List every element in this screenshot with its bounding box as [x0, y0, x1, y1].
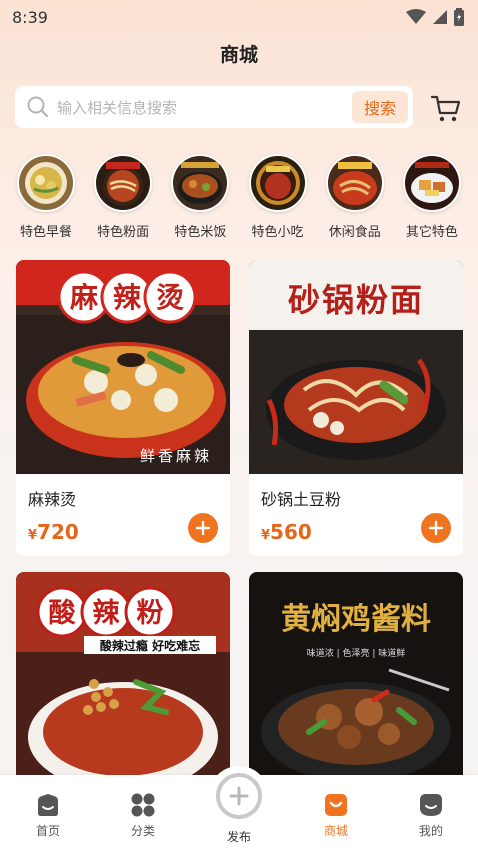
tab-label: 分类	[130, 824, 155, 838]
product-card[interactable]: 麻 辣 烫 鲜香麻辣 麻辣烫 ¥720	[16, 260, 230, 556]
category-label: 其它特色	[405, 225, 458, 240]
banner-char: 烫	[156, 281, 184, 314]
category-breakfast[interactable]: 特色早餐	[10, 154, 82, 244]
category-row: 特色早餐 特色粉面 特色米饭 特色小吃 休闲食品 其它特色	[10, 154, 478, 244]
product-name: 砂锅土豆粉	[261, 490, 342, 509]
category-label: 特色小吃	[251, 225, 304, 240]
plus-icon	[195, 520, 211, 536]
tab-publish-label: 发布	[226, 830, 251, 844]
leisure-food-image	[325, 154, 384, 212]
product-banner: 黄焖鸡酱料	[281, 602, 431, 637]
product-card[interactable]: 酸 辣 粉 酸辣过瘾 好吃难忘	[16, 572, 230, 786]
banner-char: 麻	[70, 281, 99, 314]
tab-label: 首页	[35, 824, 60, 838]
clay-pot-noodle-image: 砂锅粉面	[249, 260, 463, 474]
banner-char: 辣	[113, 281, 142, 314]
category-leisure[interactable]: 休闲食品	[319, 154, 391, 244]
category-other[interactable]: 其它特色	[396, 154, 468, 244]
product-tagline: 鲜香麻辣	[140, 447, 212, 465]
add-to-cart-button[interactable]	[188, 513, 218, 543]
category-label: 休闲食品	[328, 225, 381, 240]
shop-icon	[325, 794, 347, 816]
tab-category[interactable]: 分类	[103, 775, 183, 850]
category-rice[interactable]: 特色米饭	[164, 154, 236, 244]
publish-button[interactable]	[209, 766, 269, 826]
category-icon	[131, 793, 155, 817]
product-card[interactable]: 黄焖鸡酱料 味道浓 | 色泽亮 | 味道鲜	[249, 572, 463, 786]
product-banner: 砂锅粉面	[288, 281, 424, 319]
other-dish-image	[402, 154, 461, 212]
signal-icon	[433, 10, 447, 24]
product-name: 麻辣烫	[28, 490, 77, 509]
product-tagline: 酸辣过瘾 好吃难忘	[100, 638, 200, 653]
hot-sour-noodle-image: 酸 辣 粉 酸辣过瘾 好吃难忘	[16, 572, 230, 786]
tab-profile[interactable]: 我的	[391, 775, 471, 850]
plus-icon	[229, 786, 249, 806]
add-to-cart-button[interactable]	[421, 513, 451, 543]
category-snacks[interactable]: 特色小吃	[242, 154, 314, 244]
plus-icon	[428, 520, 444, 536]
profile-icon	[420, 794, 442, 816]
wifi-icon	[406, 9, 426, 24]
noodle-dish-image	[94, 154, 153, 212]
product-card[interactable]: 砂锅粉面 砂锅土豆粉 ¥560	[249, 260, 463, 556]
page-title: 商城	[219, 44, 258, 66]
tab-label: 我的	[418, 824, 443, 838]
tab-shop[interactable]: 商城	[296, 775, 376, 850]
tab-home[interactable]: 首页	[8, 775, 88, 850]
home-icon	[38, 794, 58, 816]
tab-label: 商城	[323, 824, 348, 838]
category-label: 特色粉面	[97, 225, 150, 240]
category-label: 特色早餐	[19, 225, 72, 240]
category-noodles[interactable]: 特色粉面	[87, 154, 159, 244]
product-tagline: 味道浓 | 色泽亮 | 味道鲜	[307, 647, 406, 659]
search-icon	[27, 96, 49, 118]
breakfast-dish-image	[17, 154, 75, 212]
status-bar: 8:39	[0, 0, 478, 34]
status-time: 8:39	[12, 7, 48, 27]
malatang-image: 麻 辣 烫 鲜香麻辣	[16, 260, 230, 474]
banner-char: 粉	[137, 598, 164, 629]
category-label: 特色米饭	[174, 225, 227, 240]
search-bar[interactable]: 输入相关信息搜索 搜索	[15, 86, 413, 128]
rice-dish-image	[171, 154, 230, 212]
cart-icon[interactable]	[430, 93, 462, 123]
battery-icon	[454, 8, 464, 26]
snack-dish-image	[248, 154, 307, 212]
braised-chicken-image: 黄焖鸡酱料 味道浓 | 色泽亮 | 味道鲜	[249, 572, 463, 786]
product-price: ¥720	[28, 520, 79, 544]
product-price: ¥560	[261, 520, 312, 544]
search-button[interactable]: 搜索	[352, 91, 408, 123]
search-input[interactable]: 输入相关信息搜索	[57, 97, 352, 118]
banner-char: 辣	[93, 597, 121, 629]
banner-char: 酸	[49, 598, 77, 629]
